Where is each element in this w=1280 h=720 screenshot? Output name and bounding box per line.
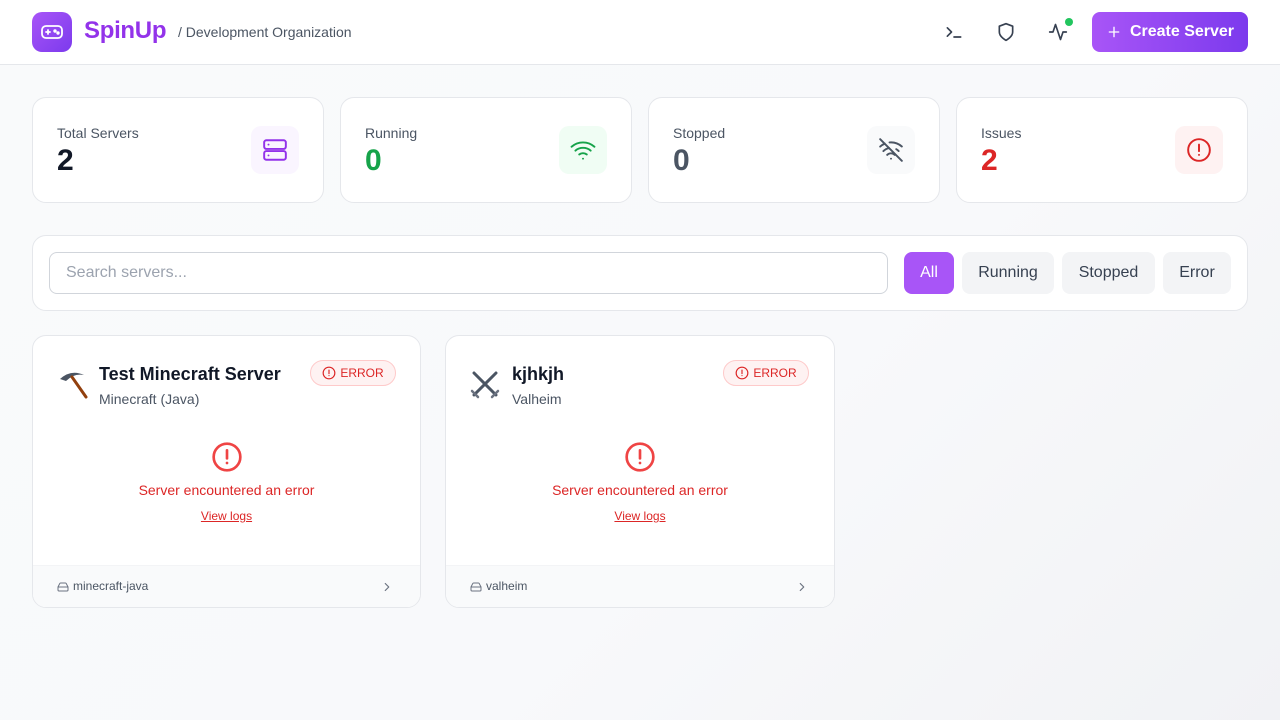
wifi-off-icon [879,138,903,162]
server-game-type: Minecraft (Java) [99,391,200,407]
logo[interactable] [32,12,72,52]
filter-stopped-button[interactable]: Stopped [1062,252,1155,294]
filter-error-button[interactable]: Error [1163,252,1231,294]
view-logs-link[interactable]: View logs [446,509,834,523]
status-indicator-dot [1065,18,1073,26]
server-game-type: Valheim [512,391,562,407]
card-footer[interactable]: minecraft-java [33,565,420,607]
server-name: kjhkjh [512,364,565,384]
shield-icon [998,22,1014,42]
status-badge-label: ERROR [340,366,384,380]
chevron-right-icon[interactable] [795,580,809,594]
plus-icon [1108,26,1120,38]
search-input[interactable] [49,252,888,294]
stat-card-total-servers: Total Servers 2 [32,97,324,203]
stat-icon-box [867,126,915,174]
security-button[interactable] [994,20,1018,44]
stat-card-stopped: Stopped 0 [648,97,940,203]
status-badge-label: ERROR [753,366,797,380]
activity-icon [1048,23,1068,41]
filter-all-button[interactable]: All [904,252,954,294]
server-icon [263,139,287,161]
create-server-button[interactable]: Create Server [1092,12,1248,52]
stat-value: 2 [57,144,74,177]
alert-circle-icon [735,366,749,380]
stat-icon-box [1175,126,1223,174]
view-logs-link[interactable]: View logs [33,509,420,523]
terminal-button[interactable] [942,20,966,44]
stat-card-issues: Issues 2 [956,97,1248,203]
pickaxe-icon [60,372,88,399]
organization-breadcrumb: / Development Organization [178,24,352,40]
status-badge: ERROR [310,360,396,386]
filter-running-button[interactable]: Running [962,252,1054,294]
stat-value: 2 [981,144,998,177]
stat-card-running: Running 0 [340,97,632,203]
error-message: Server encountered an error [552,482,728,498]
stat-icon-box [251,126,299,174]
server-name: Test Minecraft Server [99,364,281,384]
server-card[interactable]: Test Minecraft Server Minecraft (Java) E… [32,335,421,608]
server-card[interactable]: kjhkjh Valheim ERROR Server encountered … [445,335,835,608]
hard-drive-icon [470,582,482,592]
alert-circle-icon [322,366,336,380]
chevron-right-icon[interactable] [380,580,394,594]
wifi-icon [570,141,596,160]
stat-label: Issues [981,125,1022,141]
brand-name[interactable]: SpinUp [84,17,167,45]
stat-value: 0 [365,144,382,177]
card-footer[interactable]: valheim [446,565,834,607]
stat-label: Total Servers [57,125,139,141]
create-server-label: Create Server [1129,23,1235,40]
stat-value: 0 [673,144,690,177]
stat-icon-box [559,126,607,174]
filter-bar: All Running Stopped Error [32,235,1248,311]
alert-circle-icon [1187,138,1211,162]
stat-label: Running [365,125,418,141]
gamepad-icon [41,25,63,39]
crossed-swords-icon [470,371,500,399]
server-image-name: minecraft-java [73,579,149,593]
server-image-name: valheim [486,579,528,593]
status-badge: ERROR [723,360,809,386]
error-icon [625,442,655,472]
error-message: Server encountered an error [138,482,315,498]
stat-label: Stopped [673,125,726,141]
top-header: SpinUp / Development Organization Create… [0,0,1280,65]
terminal-icon [946,27,962,38]
error-icon [212,442,242,472]
hard-drive-icon [57,582,69,592]
